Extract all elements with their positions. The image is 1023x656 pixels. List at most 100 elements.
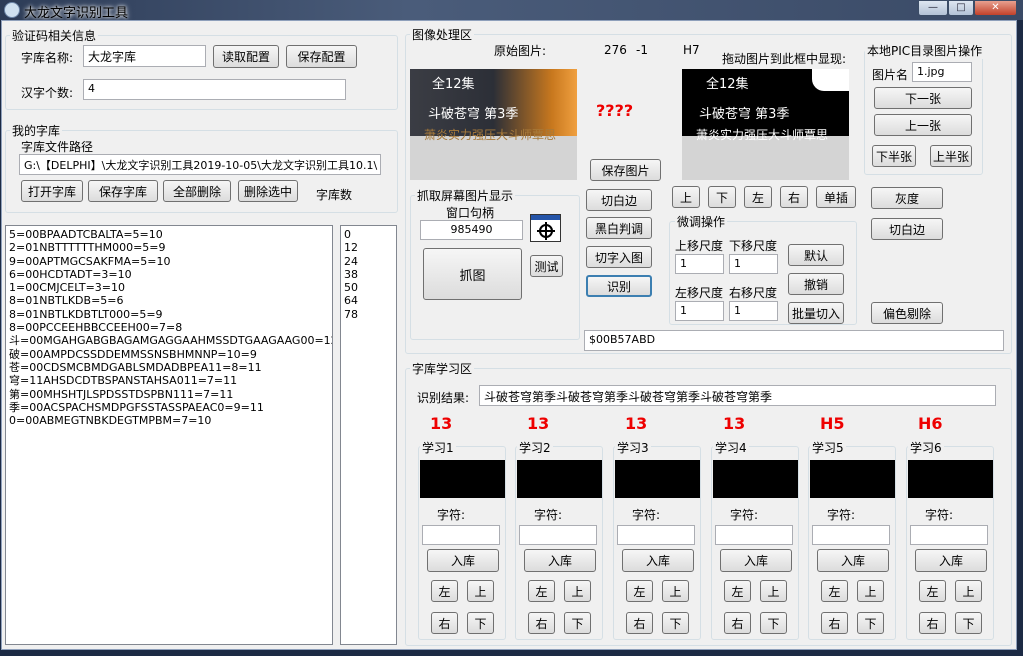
learn-left-button[interactable]: 左 (919, 580, 946, 602)
learn-right-button[interactable]: 右 (626, 612, 653, 634)
learn-group-label: 字库学习区 (410, 360, 475, 377)
lower-half-button[interactable]: 下半张 (872, 145, 916, 167)
learn-left-button[interactable]: 左 (626, 580, 653, 602)
save-lib-button[interactable]: 保存字库 (88, 180, 158, 202)
learn-up-button[interactable]: 上 (467, 580, 494, 602)
lib-count-line: 50 (344, 281, 358, 295)
title-bar[interactable]: 大龙文字识别工具 (0, 0, 1023, 21)
down-scale-input[interactable]: 1 (729, 254, 778, 274)
learn-title-5: 学习5 (810, 439, 846, 456)
default-button[interactable]: 默认 (788, 244, 844, 266)
minimize-button[interactable]: — (918, 0, 948, 16)
learn-left-button[interactable]: 左 (821, 580, 848, 602)
orig-image-label: 原始图片: (494, 44, 547, 58)
lib-line: 6=00HCDTADT=3=10 (9, 267, 132, 281)
test-button[interactable]: 测试 (530, 255, 563, 277)
char-input-1[interactable] (422, 525, 500, 545)
learn-up-button[interactable]: 上 (955, 580, 982, 602)
delete-all-button[interactable]: 全部删除 (163, 180, 231, 202)
crop-edge-2-button[interactable]: 切白边 (871, 218, 943, 240)
hex-color-input[interactable]: $00B57ABD (584, 330, 1004, 351)
learn-right-button[interactable]: 右 (821, 612, 848, 634)
learn-left-button[interactable]: 左 (431, 580, 458, 602)
learn-left-button[interactable]: 左 (528, 580, 555, 602)
learn-down-button[interactable]: 下 (564, 612, 591, 634)
lib-line: 2=01NBTTTTTTHM000=5=9 (9, 241, 166, 255)
drop-image-box[interactable]: 全12集 斗破苍穹 第3季 萧炎实力强压大斗师覃思 (682, 69, 849, 180)
learn-right-button[interactable]: 右 (431, 612, 458, 634)
learn-preview-3 (615, 460, 700, 498)
result-input[interactable]: 斗破苍穹第季斗破苍穹第季斗破苍穹第季斗破苍穹第季 (479, 385, 996, 406)
read-config-button[interactable]: 读取配置 (213, 45, 279, 68)
single-insert-button[interactable]: 单插 (816, 186, 856, 208)
lib-count-line: 12 (344, 241, 358, 255)
learn-down-button[interactable]: 下 (760, 612, 787, 634)
save-char-button-6[interactable]: 入库 (915, 549, 987, 572)
thumb-line-2: 斗破苍穹 第3季 (428, 107, 519, 122)
lib-memo[interactable]: 5=00BPAADTCBALTA=5=10 2=01NBTTTTTTHM000=5… (5, 225, 333, 645)
char-input-2[interactable] (519, 525, 597, 545)
recognize-button[interactable]: 识别 (586, 275, 652, 297)
result-label: 识别结果: (417, 391, 470, 405)
save-char-button-4[interactable]: 入库 (720, 549, 792, 572)
delete-selected-button[interactable]: 删除选中 (238, 180, 298, 202)
lib-line: 苍=00CDSMCBMDGABLSMDADBPEA11=8=11 (9, 360, 262, 374)
save-char-button-5[interactable]: 入库 (817, 549, 889, 572)
save-char-button-1[interactable]: 入库 (427, 549, 499, 572)
next-image-button[interactable]: 下一张 (874, 87, 972, 109)
move-up-button[interactable]: 上 (672, 186, 700, 208)
grab-button[interactable]: 抓图 (423, 248, 522, 300)
handle-input[interactable]: 985490 (420, 220, 523, 240)
upper-half-button[interactable]: 上半张 (930, 145, 972, 167)
lib-path-input[interactable]: G:\【DELPHI】\大龙文字识别工具2019-10-05\大龙文字识别工具1… (19, 154, 381, 175)
crop-edge-button[interactable]: 切白边 (586, 189, 652, 211)
learn-up-button[interactable]: 上 (662, 580, 689, 602)
learn-up-button[interactable]: 上 (564, 580, 591, 602)
grayscale-button[interactable]: 灰度 (871, 187, 943, 209)
save-config-button[interactable]: 保存配置 (286, 45, 357, 68)
undo-button[interactable]: 撤销 (788, 273, 844, 295)
close-button[interactable]: ✕ (974, 0, 1017, 16)
lib-name-input[interactable]: 大龙字库 (83, 45, 206, 67)
move-left-button[interactable]: 左 (744, 186, 772, 208)
up-scale-input[interactable]: 1 (675, 254, 724, 274)
learn-down-button[interactable]: 下 (662, 612, 689, 634)
value-2: -1 (636, 43, 648, 57)
learn-down-button[interactable]: 下 (955, 612, 982, 634)
move-right-button[interactable]: 右 (780, 186, 808, 208)
learn-up-button[interactable]: 上 (857, 580, 884, 602)
move-down-button[interactable]: 下 (708, 186, 736, 208)
learn-right-button[interactable]: 右 (724, 612, 751, 634)
left-scale-input[interactable]: 1 (675, 301, 724, 321)
bw-adjust-button[interactable]: 黑白判调 (586, 217, 652, 239)
pic-name-input[interactable]: 1.jpg (912, 62, 972, 82)
learn-up-button[interactable]: 上 (760, 580, 787, 602)
save-char-button-3[interactable]: 入库 (622, 549, 694, 572)
thumb-line-3: 萧炎实力强压大斗师覃思 (424, 128, 557, 142)
save-char-button-2[interactable]: 入库 (524, 549, 596, 572)
lib-count-memo[interactable]: 0 12 24 38 50 64 78 (340, 225, 397, 645)
crosshair-icon[interactable] (530, 214, 561, 242)
char-input-5[interactable] (812, 525, 890, 545)
char-count-input[interactable]: 4 (83, 79, 346, 100)
learn-right-button[interactable]: 右 (919, 612, 946, 634)
char-input-4[interactable] (715, 525, 793, 545)
maximize-button[interactable]: □ (948, 0, 974, 16)
learn-down-button[interactable]: 下 (467, 612, 494, 634)
learn-preview-5 (810, 460, 895, 498)
lib-line: 0=00ABMEGTNBKDEGTMPBM=7=10 (9, 414, 212, 428)
color-remove-button[interactable]: 偏色剔除 (871, 302, 943, 324)
learn-down-button[interactable]: 下 (857, 612, 884, 634)
char-label: 字符: (534, 508, 563, 522)
save-image-button[interactable]: 保存图片 (590, 159, 661, 181)
char-input-6[interactable] (910, 525, 988, 545)
right-scale-input[interactable]: 1 (729, 301, 778, 321)
batch-cut-button[interactable]: 批量切入 (788, 302, 844, 324)
char-input-3[interactable] (617, 525, 695, 545)
learn-left-button[interactable]: 左 (724, 580, 751, 602)
cut-char-button[interactable]: 切字入图 (586, 246, 652, 268)
original-image[interactable]: 全12集 斗破苍穹 第3季 萧炎实力强压大斗师覃思 (410, 69, 577, 180)
open-lib-button[interactable]: 打开字库 (21, 180, 83, 202)
learn-right-button[interactable]: 右 (528, 612, 555, 634)
prev-image-button[interactable]: 上一张 (874, 114, 972, 136)
